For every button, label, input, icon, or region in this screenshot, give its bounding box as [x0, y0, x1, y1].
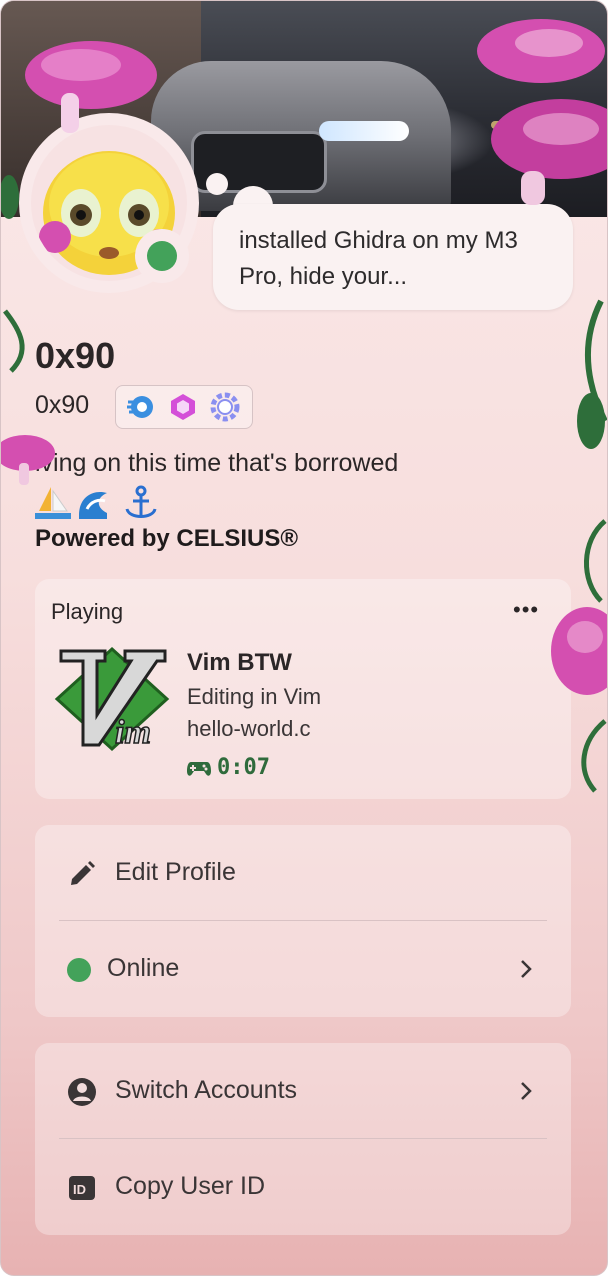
pencil-icon — [71, 861, 95, 885]
svg-text:im: im — [115, 714, 151, 751]
chevron-right-icon — [521, 1082, 532, 1100]
vim-logo-icon: im — [54, 646, 170, 752]
id-card-icon: ID — [69, 1176, 95, 1200]
elapsed-time-text: 0:07 — [217, 755, 270, 780]
game-name: Vim BTW — [187, 649, 292, 676]
online-status-icon — [67, 958, 91, 982]
bio-text: iving on this time that's borrowed — [35, 449, 399, 477]
custom-status-text: installed Ghidra on my M3 Pro, hide your… — [239, 227, 518, 290]
copy-user-id-button[interactable]: ID Copy User ID — [35, 1139, 571, 1235]
edit-profile-label: Edit Profile — [115, 858, 236, 886]
chevron-right-icon — [521, 960, 532, 978]
sailboat-wave-anchor-icon — [35, 485, 157, 519]
edit-profile-button[interactable]: Edit Profile — [35, 825, 571, 921]
powered-by-text: Powered by CELSIUS® — [35, 525, 299, 552]
badge-list — [115, 385, 253, 429]
hypesquad-icon[interactable] — [168, 392, 198, 422]
online-label: Online — [107, 954, 180, 982]
account-circle-icon — [68, 1078, 96, 1106]
bio-emojis — [35, 485, 163, 521]
copy-user-id-label: Copy User ID — [115, 1172, 266, 1200]
game-details: Editing in Vim — [187, 684, 322, 709]
nitro-boost-icon[interactable] — [126, 392, 156, 422]
quest-badge-icon[interactable] — [210, 392, 240, 422]
status-selector[interactable]: Online — [35, 921, 571, 1017]
online-status-dot — [147, 241, 177, 271]
username[interactable]: 0x90 — [35, 391, 89, 420]
gamepad-icon — [187, 762, 211, 776]
switch-accounts-label: Switch Accounts — [115, 1076, 298, 1104]
switch-accounts-button[interactable]: Switch Accounts — [35, 1043, 571, 1139]
elapsed-time: 0:07 — [187, 755, 270, 780]
game-state: hello-world.c — [187, 716, 311, 741]
display-name: 0x90 — [35, 335, 116, 376]
activity-header: Playing — [51, 599, 124, 624]
more-options-icon[interactable]: ••• — [513, 597, 539, 623]
profile-popout: installed Ghidra on my M3 Pro, hide your… — [0, 0, 608, 1276]
svg-text:ID: ID — [73, 1182, 86, 1197]
